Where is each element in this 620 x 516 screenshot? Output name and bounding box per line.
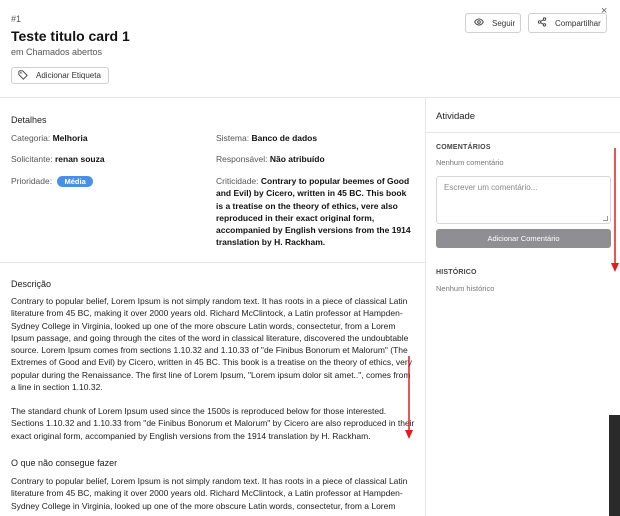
priority-label: Prioridade:: [11, 176, 53, 186]
card-list-name: em Chamados abertos: [11, 47, 103, 57]
comment-input[interactable]: Escrever um comentário...: [436, 176, 611, 224]
criticality-value: Contrary to popular beemes of Good and E…: [216, 176, 411, 248]
share-button[interactable]: Compartilhar: [528, 13, 607, 33]
share-label: Compartilhar: [555, 18, 601, 28]
category-label: Categoria:: [11, 133, 51, 143]
card-title[interactable]: Teste titulo card 1: [11, 28, 130, 44]
comments-label: COMENTÁRIOS: [436, 144, 491, 151]
section-divider: [0, 262, 426, 263]
priority-field: Prioridade: Média: [11, 176, 93, 187]
comment-placeholder: Escrever um comentário...: [444, 183, 538, 192]
activity-panel: Atividade COMENTÁRIOS Nenhum comentário …: [426, 98, 620, 516]
no-history-text: Nenhum histórico: [436, 284, 495, 293]
system-value: Banco de dados: [251, 133, 318, 143]
follow-label: Seguir: [492, 18, 516, 28]
cannot-do-paragraph: Contrary to popular belief, Lorem Ipsum …: [11, 476, 408, 511]
requester-value: renan souza: [54, 154, 105, 164]
resize-handle-icon[interactable]: [603, 216, 608, 221]
system-label: Sistema:: [216, 133, 250, 143]
close-icon[interactable]: ×: [601, 5, 607, 17]
add-tag-button[interactable]: Adicionar Etiqueta: [11, 67, 109, 84]
criticality-label: Criticidade:: [216, 176, 259, 186]
red-arrow-down-icon: [611, 148, 619, 272]
requester-label: Solicitante:: [11, 154, 53, 164]
eye-icon: [474, 17, 484, 29]
category-value: Melhoria: [52, 133, 88, 143]
description-title: Descrição: [11, 279, 52, 289]
card-main-panel: Detalhes Categoria: Melhoria Sistema: Ba…: [0, 98, 426, 516]
scrollbar-edge: [609, 415, 620, 516]
card-header: #1 Teste titulo card 1 em Chamados abert…: [0, 0, 620, 98]
no-comments-text: Nenhum comentário: [436, 158, 504, 167]
add-comment-button[interactable]: Adicionar Comentário: [436, 229, 611, 248]
follow-button[interactable]: Seguir: [465, 13, 521, 33]
details-title: Detalhes: [11, 115, 47, 125]
requester-field: Solicitante: renan souza: [11, 154, 105, 164]
cannot-do-title: O que não consegue fazer: [11, 458, 118, 468]
history-label: HISTÓRICO: [436, 269, 477, 276]
criticality-field: Criticidade: Contrary to popular beemes …: [216, 175, 414, 249]
description-paragraph-2: The standard chunk of Lorem Ipsum used s…: [11, 406, 415, 441]
priority-badge: Média: [57, 176, 93, 187]
activity-divider: [426, 132, 620, 133]
tag-icon: [18, 69, 28, 82]
card-id: #1: [11, 14, 22, 24]
description-paragraph-1: Contrary to popular belief, Lorem Ipsum …: [11, 296, 412, 393]
red-arrow-down-icon: [405, 356, 413, 439]
assignee-field: Responsável: Não atribuído: [216, 154, 325, 164]
system-field: Sistema: Banco de dados: [216, 133, 317, 143]
activity-title: Atividade: [436, 111, 476, 122]
category-field: Categoria: Melhoria: [11, 133, 88, 143]
share-icon: [537, 17, 547, 29]
assignee-label: Responsável:: [216, 154, 268, 164]
add-tag-label: Adicionar Etiqueta: [36, 71, 101, 80]
assignee-value: Não atribuído: [269, 154, 325, 164]
